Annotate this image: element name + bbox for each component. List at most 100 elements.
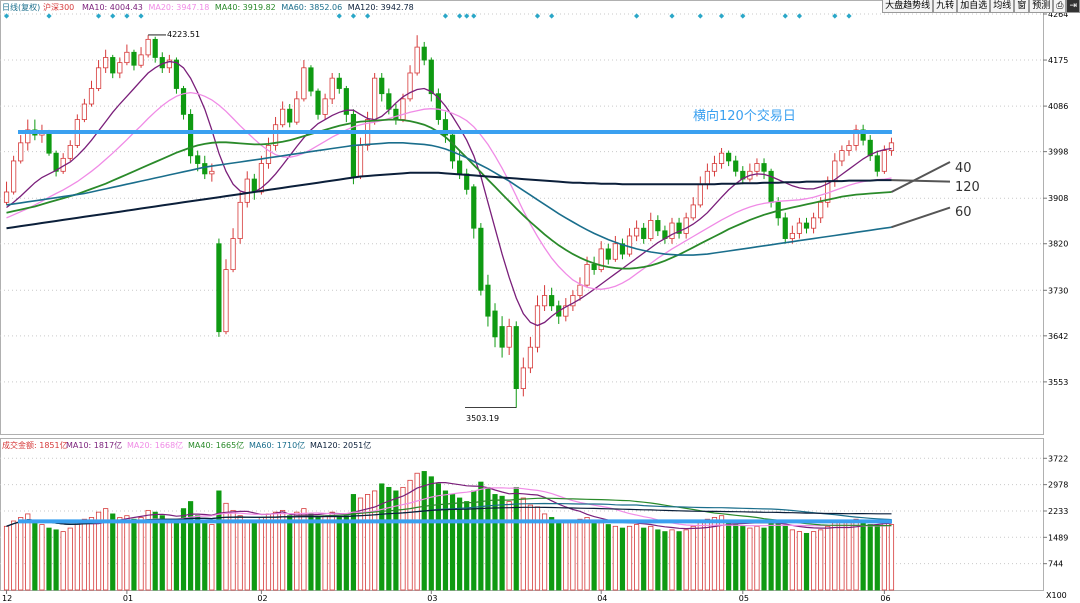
toolbar-button[interactable]: ⇥ bbox=[1066, 0, 1080, 13]
candle-body bbox=[534, 305, 541, 348]
toolbar-button[interactable]: 九转 bbox=[933, 0, 958, 13]
candle-body bbox=[457, 160, 463, 175]
volume-bar bbox=[322, 515, 328, 591]
candle-body bbox=[124, 51, 130, 64]
candle-body bbox=[138, 54, 144, 66]
candle-body bbox=[372, 77, 378, 120]
volume-bar bbox=[619, 527, 626, 591]
toolbar-button[interactable]: ⎙ bbox=[1053, 0, 1067, 13]
volume-bar bbox=[683, 529, 689, 591]
volume-bar bbox=[711, 517, 718, 591]
volume-bar bbox=[810, 531, 817, 591]
volume-bar bbox=[605, 524, 611, 591]
candle-body bbox=[796, 222, 803, 234]
candle-body bbox=[308, 67, 314, 92]
candle-body bbox=[188, 113, 194, 157]
candle-body bbox=[634, 227, 640, 237]
candle-body bbox=[393, 108, 399, 120]
volume-bar bbox=[471, 490, 477, 591]
volume-bar bbox=[237, 515, 243, 591]
volume-bar bbox=[754, 525, 760, 591]
candle-body bbox=[81, 103, 88, 120]
candle-body bbox=[322, 98, 328, 115]
volume-bar bbox=[634, 524, 640, 591]
candle-body bbox=[131, 51, 137, 66]
candle-body bbox=[202, 163, 208, 175]
volume-bar bbox=[308, 513, 314, 591]
candle-body bbox=[683, 217, 689, 234]
candle-body bbox=[103, 57, 109, 69]
ma60-projection bbox=[891, 206, 951, 229]
price-tick-label: 4175 bbox=[1048, 56, 1068, 65]
signal-diamond-icon bbox=[350, 13, 357, 19]
volume-bar bbox=[159, 515, 165, 591]
candle-body bbox=[549, 295, 555, 307]
candle-body bbox=[761, 163, 767, 172]
volume-bar bbox=[195, 515, 201, 591]
candle-body bbox=[110, 57, 116, 74]
candle-body bbox=[294, 98, 300, 123]
symbol-name: 沪深300 bbox=[43, 2, 74, 12]
price-tick-label: 3820 bbox=[1048, 240, 1068, 249]
volume-bar bbox=[556, 520, 562, 591]
candle-body bbox=[874, 155, 880, 172]
chart-mode: 日线(复权) bbox=[2, 2, 40, 12]
volume-bar bbox=[421, 471, 427, 591]
candle-body bbox=[704, 170, 710, 185]
volume-bar bbox=[166, 518, 172, 591]
candle-body bbox=[195, 155, 201, 164]
volume-tick-label: 2233 bbox=[1048, 507, 1068, 516]
signal-diamond-icon bbox=[549, 13, 555, 19]
candle-body bbox=[46, 132, 52, 154]
volume-bar bbox=[888, 524, 895, 591]
grid bbox=[0, 13, 1043, 565]
volume-bar bbox=[435, 483, 441, 591]
proj-label-60: 60 bbox=[955, 205, 972, 220]
candle-body bbox=[485, 284, 491, 317]
signal-diamond-icon bbox=[669, 13, 675, 19]
volume-label: 成交金额: 1851亿 bbox=[2, 440, 68, 450]
volume-bar bbox=[407, 479, 413, 591]
volume-bar bbox=[839, 520, 845, 591]
toolbar-button[interactable]: 加自选 bbox=[957, 0, 991, 13]
volume-bar bbox=[265, 513, 272, 591]
candle-body bbox=[230, 238, 236, 271]
volume-bar bbox=[386, 486, 392, 591]
volume-bar bbox=[442, 490, 449, 591]
toolbar-button[interactable]: 预测 bbox=[1029, 0, 1054, 13]
volume-bar bbox=[803, 532, 810, 591]
candle-body bbox=[697, 183, 703, 206]
volume-bar bbox=[534, 506, 541, 591]
volume-bar bbox=[513, 486, 519, 591]
candle-body bbox=[237, 201, 243, 239]
toolbar-button[interactable]: 大盘趋势线 bbox=[882, 0, 934, 13]
volume-bar bbox=[457, 497, 463, 591]
x-tick-label: 02 bbox=[257, 594, 267, 603]
candle-body bbox=[145, 38, 151, 56]
candle-body bbox=[626, 235, 633, 255]
y-axis: 4264417540863998390838203730364235533722… bbox=[1043, 10, 1068, 600]
volume-bar bbox=[796, 531, 803, 591]
ma-legend-item: MA40: 3919.82 bbox=[215, 3, 276, 12]
candle-body bbox=[216, 243, 222, 333]
volume-tick-label: 2978 bbox=[1048, 481, 1068, 490]
volume-ma-legend-item: MA10: 1817亿 bbox=[66, 440, 122, 450]
candle-body bbox=[669, 222, 675, 239]
candle-body bbox=[612, 243, 618, 260]
volume-bar bbox=[294, 511, 300, 591]
volume-bar bbox=[18, 517, 24, 591]
toolbar-button[interactable]: 均线 bbox=[990, 0, 1015, 13]
volume-bar bbox=[3, 525, 10, 591]
volume-bar bbox=[747, 527, 753, 591]
toolbar-button[interactable]: 窗 bbox=[1014, 0, 1030, 13]
candle-body bbox=[648, 220, 654, 239]
high-label: 4223.51 bbox=[167, 30, 200, 39]
volume-bar bbox=[315, 517, 321, 591]
candle-body bbox=[251, 178, 257, 193]
volume-bar bbox=[209, 524, 215, 591]
volume-ma-legend: MA10: 1817亿 MA20: 1668亿 MA40: 1665亿 MA60: 1… bbox=[66, 440, 371, 450]
volume-bar bbox=[124, 515, 130, 591]
candle-body bbox=[888, 142, 895, 151]
volume-bars bbox=[3, 471, 895, 591]
candle-body bbox=[180, 88, 187, 115]
